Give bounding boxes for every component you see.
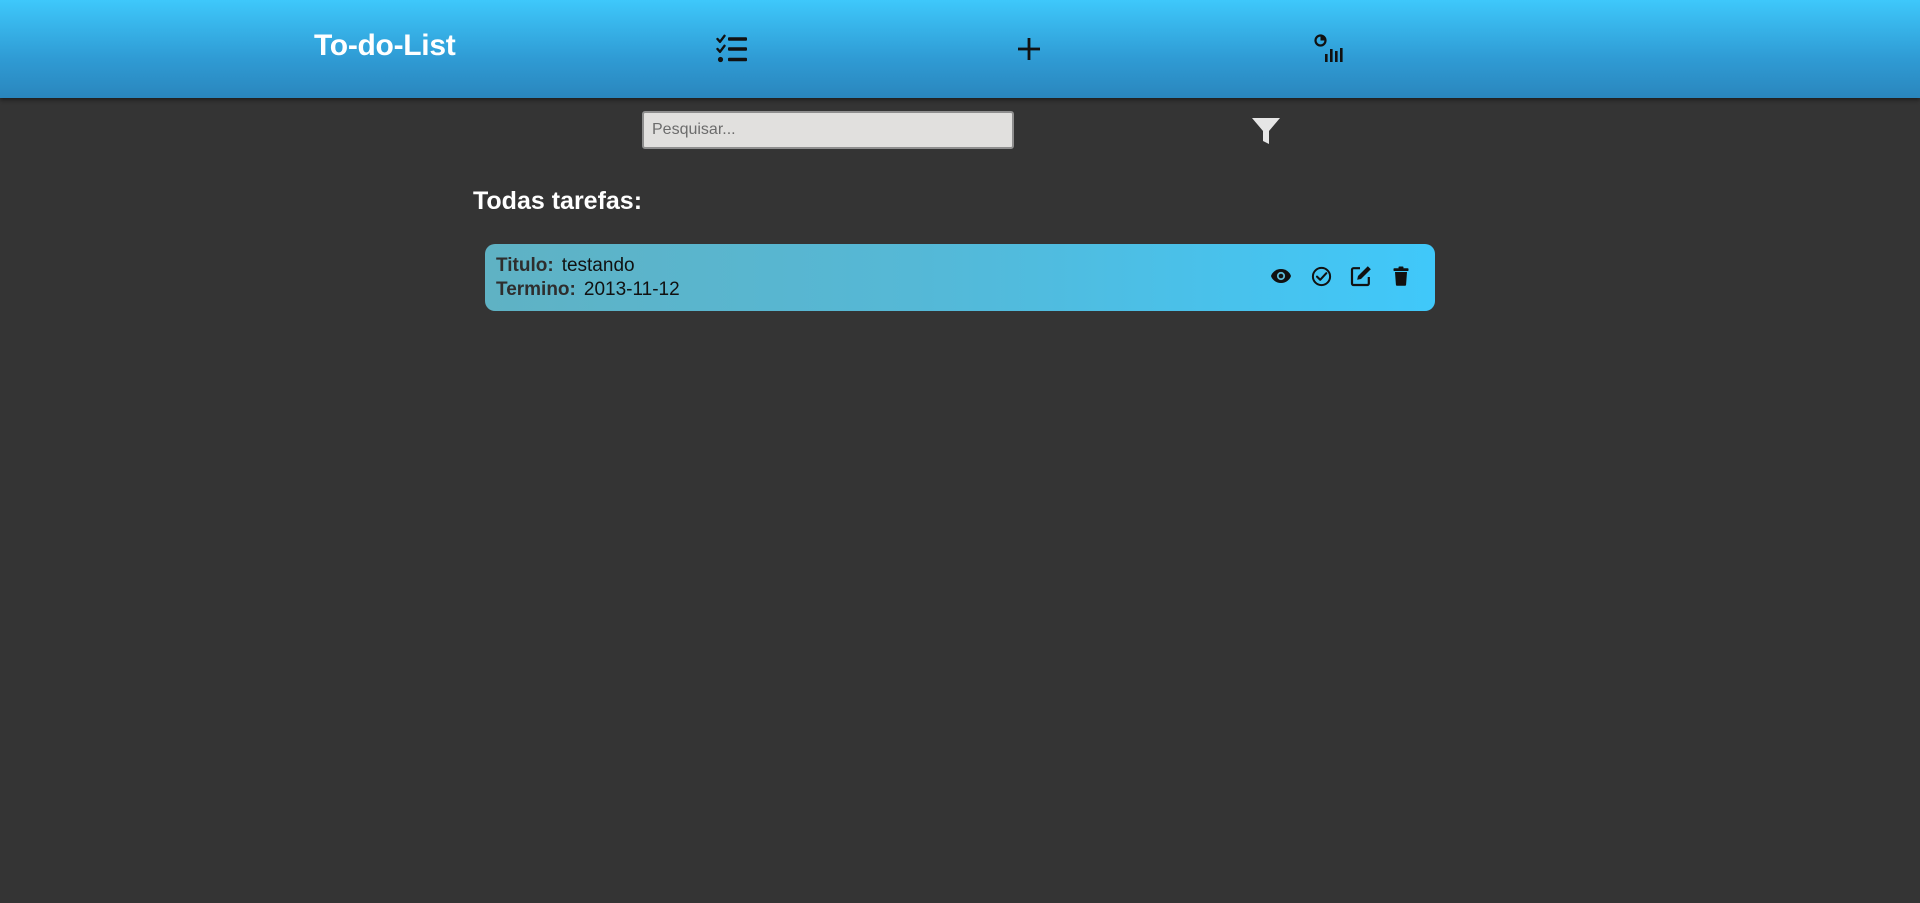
top-navbar: To-do-List <box>0 0 1920 98</box>
app-brand[interactable]: To-do-List <box>314 29 456 63</box>
edit-task-button[interactable] <box>1349 264 1373 288</box>
task-card[interactable]: Titulo: testando Termino: 2013-11-12 <box>485 244 1435 311</box>
edit-icon <box>1350 266 1371 287</box>
chart-icon <box>1314 34 1343 62</box>
checklist-icon <box>716 34 747 63</box>
view-task-button[interactable] <box>1269 264 1293 288</box>
plus-icon <box>1018 38 1040 60</box>
delete-task-button[interactable] <box>1389 264 1413 288</box>
eye-icon <box>1271 269 1291 283</box>
filter-button[interactable] <box>1248 114 1284 148</box>
search-input[interactable] <box>642 111 1014 149</box>
task-title-label: Titulo: <box>496 255 554 276</box>
complete-task-button[interactable] <box>1309 264 1333 288</box>
task-actions <box>1269 264 1413 288</box>
section-title: Todas tarefas: <box>473 187 643 215</box>
task-due-label: Termino: <box>496 279 576 300</box>
task-title-value: testando <box>561 255 635 276</box>
nav-add-task-button[interactable] <box>1009 29 1049 69</box>
task-due-value: 2013-11-12 <box>583 279 680 300</box>
nav-task-list-button[interactable] <box>712 29 752 69</box>
task-title-row: Titulo: testando <box>496 255 635 277</box>
nav-stats-button[interactable] <box>1309 29 1349 69</box>
task-due-row: Termino: 2013-11-12 <box>496 279 680 301</box>
trash-icon <box>1393 266 1409 286</box>
filter-icon <box>1252 118 1280 144</box>
check-circle-icon <box>1311 266 1331 286</box>
